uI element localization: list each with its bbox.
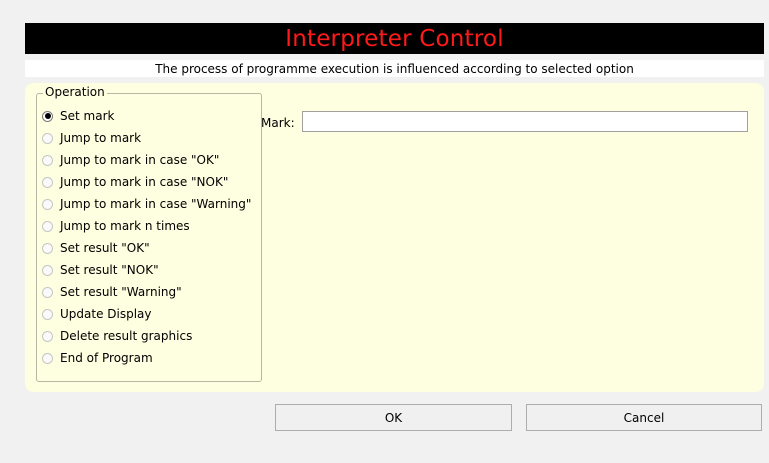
radio-option-label: Jump to mark in case "NOK" bbox=[60, 175, 229, 189]
radio-option-label: Jump to mark in case "Warning" bbox=[60, 197, 252, 211]
radio-option-jump-to-mark-ok[interactable]: Jump to mark in case "OK" bbox=[42, 149, 251, 171]
radio-option-set-result-nok[interactable]: Set result "NOK" bbox=[42, 259, 251, 281]
radio-button[interactable] bbox=[42, 110, 53, 122]
radio-option-label: Delete result graphics bbox=[60, 329, 193, 343]
radio-option-jump-to-mark[interactable]: Jump to mark bbox=[42, 127, 251, 149]
radio-button[interactable] bbox=[42, 154, 53, 166]
radio-option-set-result-warning[interactable]: Set result "Warning" bbox=[42, 281, 251, 303]
radio-option-label: Jump to mark bbox=[60, 131, 142, 145]
radio-button[interactable] bbox=[42, 220, 53, 232]
radio-option-set-result-ok[interactable]: Set result "OK" bbox=[42, 237, 251, 259]
operation-group: Operation Set mark Jump to mark Jump to … bbox=[36, 85, 262, 382]
radio-option-jump-to-mark-warning[interactable]: Jump to mark in case "Warning" bbox=[42, 193, 251, 215]
radio-option-update-display[interactable]: Update Display bbox=[42, 303, 251, 325]
radio-button[interactable] bbox=[42, 330, 53, 342]
dialog-title: Interpreter Control bbox=[25, 23, 764, 54]
radio-button[interactable] bbox=[42, 286, 53, 298]
radio-option-label: Set result "Warning" bbox=[60, 285, 182, 299]
radio-button[interactable] bbox=[42, 352, 53, 364]
radio-button[interactable] bbox=[42, 132, 53, 144]
radio-option-label: End of Program bbox=[60, 351, 153, 365]
radio-option-label: Set result "NOK" bbox=[60, 263, 159, 277]
ok-button[interactable]: OK bbox=[275, 404, 512, 431]
radio-button[interactable] bbox=[42, 198, 53, 210]
operation-group-legend: Operation bbox=[43, 85, 107, 99]
radio-option-jump-to-mark-nok[interactable]: Jump to mark in case "NOK" bbox=[42, 171, 251, 193]
operation-radio-list: Set mark Jump to mark Jump to mark in ca… bbox=[42, 105, 251, 369]
radio-option-set-mark[interactable]: Set mark bbox=[42, 105, 251, 127]
radio-button[interactable] bbox=[42, 176, 53, 188]
radio-option-label: Jump to mark n times bbox=[60, 219, 190, 233]
mark-label: Mark: bbox=[261, 116, 295, 130]
cancel-button[interactable]: Cancel bbox=[526, 404, 762, 431]
radio-button[interactable] bbox=[42, 264, 53, 276]
dialog-subtitle: The process of programme execution is in… bbox=[25, 60, 764, 77]
radio-button[interactable] bbox=[42, 242, 53, 254]
radio-option-label: Update Display bbox=[60, 307, 152, 321]
radio-option-label: Jump to mark in case "OK" bbox=[60, 153, 220, 167]
radio-option-label: Set result "OK" bbox=[60, 241, 150, 255]
options-panel: Operation Set mark Jump to mark Jump to … bbox=[25, 83, 764, 392]
radio-option-end-of-program[interactable]: End of Program bbox=[42, 347, 251, 369]
radio-option-label: Set mark bbox=[60, 109, 115, 123]
mark-input[interactable] bbox=[302, 111, 748, 132]
radio-option-delete-result-graphics[interactable]: Delete result graphics bbox=[42, 325, 251, 347]
radio-option-jump-to-mark-n-times[interactable]: Jump to mark n times bbox=[42, 215, 251, 237]
radio-button[interactable] bbox=[42, 308, 53, 320]
